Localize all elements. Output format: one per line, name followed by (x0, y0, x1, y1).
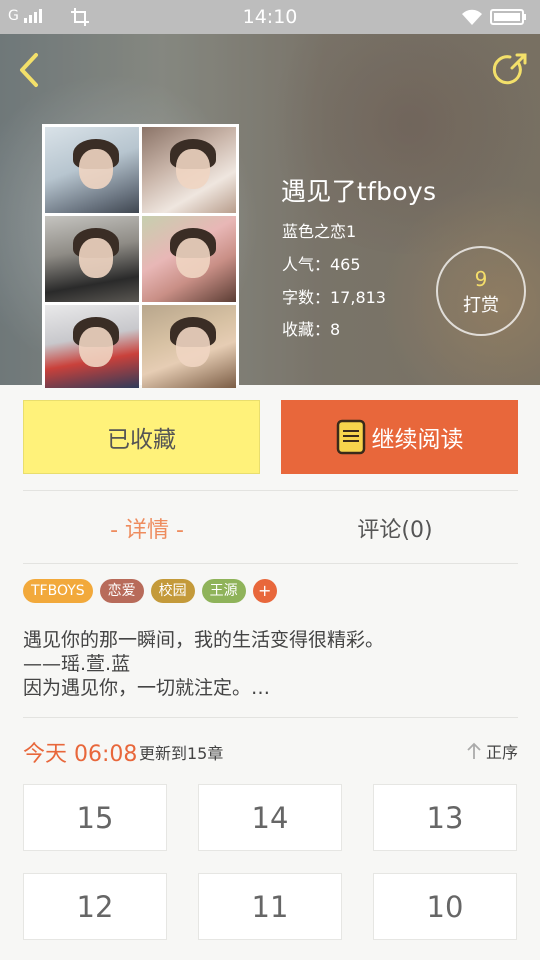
tag-romance[interactable]: 恋爱 (99, 579, 144, 603)
continue-reading-label: 继续阅读 (371, 427, 464, 453)
reward-button[interactable]: 9 打赏 (436, 246, 526, 336)
cover-photo (142, 305, 236, 388)
share-arrow-icon[interactable] (492, 52, 528, 88)
description-line: 因为遇见你，一切就注定。… (23, 677, 271, 699)
description-line: ——瑶.萱.蓝 (23, 653, 131, 675)
cover-photo (45, 216, 139, 302)
battery-icon (490, 9, 526, 25)
favorited-label: 已收藏 (107, 427, 176, 453)
add-tag-button[interactable]: + (252, 579, 277, 603)
reward-label: 打赏 (463, 295, 499, 316)
arrow-up-icon (467, 742, 481, 759)
chapter-button[interactable]: 14 (198, 784, 342, 851)
chapter-button[interactable]: 12 (23, 873, 167, 940)
book-cover (42, 124, 239, 388)
chapter-button[interactable]: 11 (198, 873, 342, 940)
chapter-button[interactable]: 13 (373, 784, 517, 851)
tag-campus[interactable]: 校园 (150, 579, 195, 603)
tag-list: TFBOYS 恋爱 校园 王源 + (23, 579, 277, 603)
update-time: 今天 06:08 (23, 742, 138, 767)
popularity-count: 人气：465 (282, 255, 361, 274)
sort-order-label: 正序 (485, 743, 518, 762)
book-icon (336, 419, 365, 455)
tab-details-label: - 详情 - (110, 518, 184, 543)
divider (23, 563, 518, 564)
update-chapter-text: 更新到15章 (139, 744, 224, 763)
sort-order-button[interactable]: 正序 (466, 739, 518, 763)
status-time: 14:10 (242, 6, 298, 28)
continue-reading-button[interactable]: 继续阅读 (281, 400, 518, 474)
tab-comments-label: 评论(0) (357, 518, 433, 543)
word-count: 字数：17,813 (282, 288, 386, 307)
tag-tfboys[interactable]: TFBOYS (23, 579, 93, 603)
book-title: 遇见了tfboys (281, 177, 437, 206)
divider (23, 490, 518, 491)
chapter-button[interactable]: 15 (23, 784, 167, 851)
update-info: 今天 06:08 更新到15章 正序 (23, 736, 518, 767)
favorites-count: 收藏：8 (282, 320, 341, 339)
tag-wangyuan[interactable]: 王源 (201, 579, 246, 603)
book-description[interactable]: 遇见你的那一瞬间，我的生活变得很精彩。 ——瑶.萱.蓝 因为遇见你，一切就注定。… (23, 628, 523, 700)
cover-photo (142, 127, 236, 213)
chevron-left-icon[interactable] (14, 50, 44, 90)
reward-count: 9 (474, 267, 488, 291)
chapter-button[interactable]: 10 (373, 873, 517, 940)
tab-comments[interactable]: 评论(0) (271, 505, 519, 551)
cover-photo (45, 127, 139, 213)
status-bar: G 14:10 (0, 0, 540, 34)
divider (23, 717, 518, 718)
cover-photo (45, 305, 139, 388)
tab-details[interactable]: - 详情 - (23, 505, 271, 551)
description-line: 遇见你的那一瞬间，我的生活变得很精彩。 (23, 629, 385, 651)
author-name[interactable]: 蓝色之恋1 (282, 218, 356, 242)
wifi-icon (462, 9, 482, 25)
cover-photo (142, 216, 236, 302)
favorited-button[interactable]: 已收藏 (23, 400, 260, 474)
